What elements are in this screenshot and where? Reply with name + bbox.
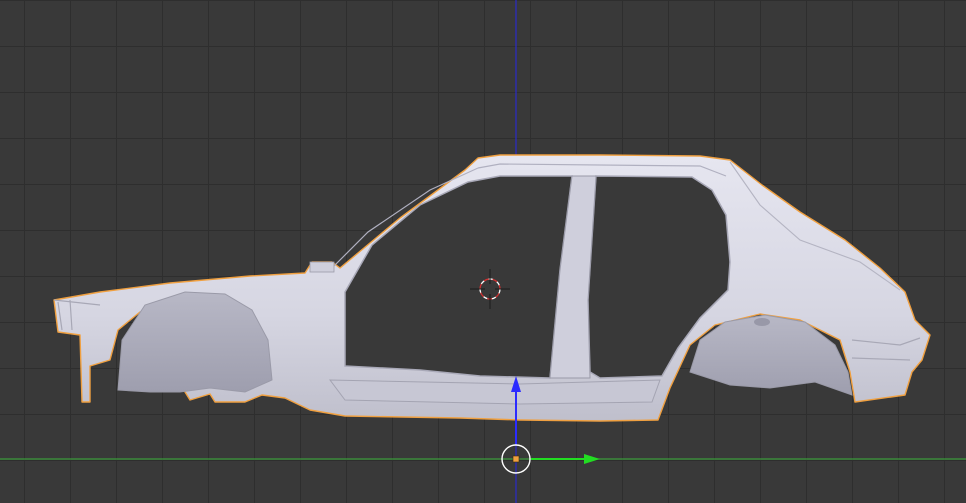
front-door-opening: [344, 175, 573, 379]
viewport-canvas[interactable]: [0, 0, 966, 503]
sill-panel: [328, 379, 661, 405]
manipulator-x-arrow[interactable]: [584, 454, 600, 464]
3d-viewport[interactable]: [0, 0, 966, 503]
rear-arch-hole: [754, 318, 770, 326]
object-origin-icon: [512, 455, 520, 463]
car-body-shell[interactable]: [53, 154, 931, 422]
mirror-mount: [309, 261, 335, 273]
